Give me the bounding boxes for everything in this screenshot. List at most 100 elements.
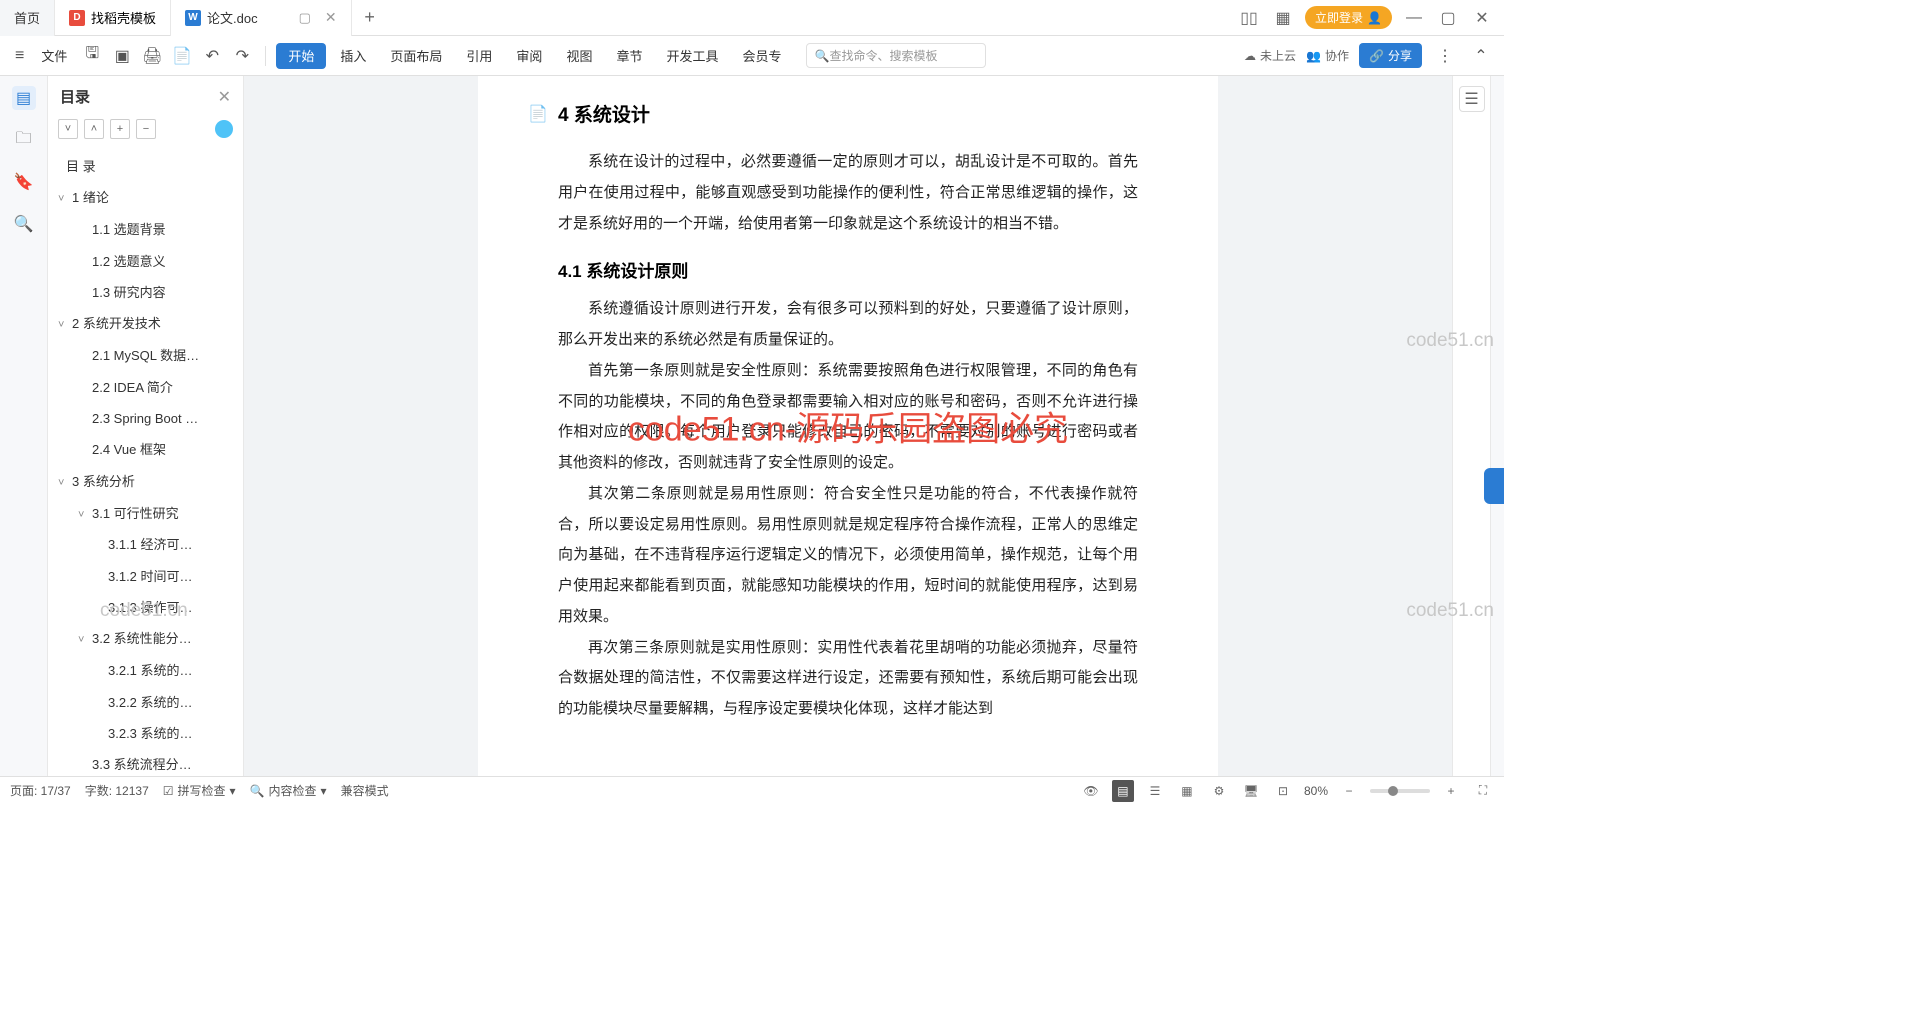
- tree-item[interactable]: 3.2.1 系统的…: [48, 655, 243, 686]
- statusbar-right: 👁 ▤ ☰ ▦ ⚙ 🖥 ⊡ 80% − + ⛶: [1080, 780, 1494, 802]
- menu-layout[interactable]: 页面布局: [380, 36, 452, 76]
- print-icon[interactable]: 🖨: [139, 43, 165, 69]
- display-icon[interactable]: 🖥: [1240, 780, 1262, 802]
- tree-item[interactable]: ˅2 系统开发技术: [48, 308, 243, 340]
- tree-item[interactable]: 2.2 IDEA 简介: [48, 372, 243, 403]
- paragraph: 系统在设计的过程中，必然要遵循一定的原则才可以，胡乱设计是不可取的。首先用户在使…: [558, 147, 1138, 239]
- outline-title: 目录: [60, 86, 90, 107]
- search-input[interactable]: 🔍 查找命令、搜索模板: [806, 43, 986, 68]
- right-rail: ☰: [1452, 76, 1490, 776]
- page-view-icon[interactable]: ▤: [1112, 780, 1134, 802]
- tree-item[interactable]: 3.2.3 系统的…: [48, 718, 243, 749]
- remove-icon[interactable]: −: [136, 119, 156, 139]
- page-indicator[interactable]: 页面: 17/37: [10, 782, 71, 799]
- collapse-all-icon[interactable]: ˅: [58, 119, 78, 139]
- tree-item[interactable]: 3.1.2 时间可…: [48, 561, 243, 592]
- menu-member[interactable]: 会员专: [732, 36, 791, 76]
- tab-template[interactable]: D找稻壳模板: [55, 0, 171, 36]
- layout-icon[interactable]: ▯▯: [1237, 6, 1261, 30]
- left-rail: ▤ 🗀 🔖 🔍: [0, 76, 48, 776]
- fullscreen-icon[interactable]: ⛶: [1472, 780, 1494, 802]
- close-window-icon[interactable]: ✕: [1470, 6, 1494, 30]
- right-panel-icon[interactable]: ☰: [1459, 86, 1485, 112]
- apps-icon[interactable]: ▦: [1271, 6, 1295, 30]
- paragraph: 系统遵循设计原则进行开发，会有很多可以预料到的好处，只要遵循了设计原则，那么开发…: [558, 294, 1138, 356]
- outline-close-icon[interactable]: ✕: [218, 87, 231, 107]
- heading-3: 4.1 系统设计原则: [558, 257, 1138, 282]
- tree-item[interactable]: 1.2 选题意义: [48, 246, 243, 277]
- tree-item[interactable]: ˅3 系统分析: [48, 466, 243, 498]
- word-count[interactable]: 字数: 12137: [85, 782, 149, 799]
- more-icon[interactable]: ⋮: [1432, 43, 1458, 69]
- expand-all-icon[interactable]: ˄: [84, 119, 104, 139]
- collab-button[interactable]: 👥 协作: [1306, 47, 1349, 64]
- tree-item[interactable]: 2.1 MySQL 数据…: [48, 340, 243, 371]
- zoom-out-icon[interactable]: −: [1338, 780, 1360, 802]
- hamburger-icon[interactable]: ≡: [10, 47, 29, 65]
- new-tab-button[interactable]: +: [352, 0, 388, 36]
- file-rail-icon[interactable]: 🗀: [12, 128, 36, 152]
- tool-icon[interactable]: ⚙: [1208, 780, 1230, 802]
- tree-item[interactable]: 3.2.2 系统的…: [48, 687, 243, 718]
- menu-insert[interactable]: 插入: [330, 36, 376, 76]
- sync-icon[interactable]: [215, 120, 233, 138]
- menubar-right: ☁ 未上云 👥 协作 🔗 分享 ⋮ ⌃: [1244, 43, 1494, 69]
- tree-item[interactable]: 3.1.3 操作可…: [48, 592, 243, 623]
- tree-item[interactable]: 3.1.1 经济可…: [48, 529, 243, 560]
- tree-item[interactable]: 3.3 系统流程分…: [48, 749, 243, 776]
- document-page[interactable]: 📄 4 系统设计 系统在设计的过程中，必然要遵循一定的原则才可以，胡乱设计是不可…: [478, 76, 1218, 776]
- content-check[interactable]: 🔍 内容检查 ▾: [250, 782, 327, 799]
- tree-item[interactable]: ˅3.1 可行性研究: [48, 498, 243, 530]
- tree-item[interactable]: ˅1 绪论: [48, 182, 243, 214]
- read-mode-icon[interactable]: 👁: [1080, 780, 1102, 802]
- minimize-icon[interactable]: —: [1402, 6, 1426, 30]
- document-area: code51.cn code51.cn code51.cn 📄 4 系统设计 系…: [244, 76, 1452, 776]
- undo-icon[interactable]: ↶: [199, 43, 225, 69]
- share-button[interactable]: 🔗 分享: [1359, 43, 1422, 68]
- web-view-icon[interactable]: ▦: [1176, 780, 1198, 802]
- quick-icon[interactable]: ▣: [109, 43, 135, 69]
- cloud-button[interactable]: ☁ 未上云: [1244, 47, 1296, 64]
- window-icon[interactable]: ▢: [299, 10, 311, 26]
- outline-view-icon[interactable]: ☰: [1144, 780, 1166, 802]
- scrollbar-strip[interactable]: [1490, 76, 1504, 776]
- search-rail-icon[interactable]: 🔍: [12, 212, 36, 236]
- tree-item[interactable]: ˅3.2 系统性能分…: [48, 623, 243, 655]
- redo-icon[interactable]: ↷: [229, 43, 255, 69]
- tree-item[interactable]: 1.3 研究内容: [48, 277, 243, 308]
- menu-review[interactable]: 审阅: [506, 36, 552, 76]
- login-button[interactable]: 立即登录👤: [1305, 6, 1392, 29]
- menu-start[interactable]: 开始: [276, 43, 326, 69]
- tab-home[interactable]: 首页: [0, 0, 55, 36]
- zoom-fit-icon[interactable]: ⊡: [1272, 780, 1294, 802]
- spell-check[interactable]: ☑ 拼写检查 ▾: [163, 782, 236, 799]
- compat-mode[interactable]: 兼容模式: [341, 782, 389, 799]
- tab-label: 论文.doc: [207, 8, 258, 27]
- close-tab-icon[interactable]: ✕: [325, 9, 337, 26]
- collapse-icon[interactable]: ⌃: [1468, 43, 1494, 69]
- tree-item[interactable]: 1.1 选题背景: [48, 214, 243, 245]
- tab-document[interactable]: W论文.doc▢✕: [171, 0, 352, 36]
- tree-item[interactable]: 2.4 Vue 框架: [48, 434, 243, 465]
- outline-toolbar: ˅ ˄ + −: [48, 115, 243, 147]
- tree-item[interactable]: 2.3 Spring Boot …: [48, 403, 243, 434]
- tree-root[interactable]: 目 录: [48, 151, 243, 182]
- side-tab[interactable]: [1484, 468, 1504, 504]
- maximize-icon[interactable]: ▢: [1436, 6, 1460, 30]
- save-icon[interactable]: 🖫: [79, 43, 105, 69]
- file-menu[interactable]: 文件: [33, 46, 75, 65]
- statusbar: 页面: 17/37 字数: 12137 ☑ 拼写检查 ▾ 🔍 内容检查 ▾ 兼容…: [0, 776, 1504, 804]
- add-icon[interactable]: +: [110, 119, 130, 139]
- menu-chapter[interactable]: 章节: [606, 36, 652, 76]
- menu-view[interactable]: 视图: [556, 36, 602, 76]
- preview-icon[interactable]: 📄: [169, 43, 195, 69]
- zoom-slider[interactable]: [1370, 789, 1430, 793]
- menu-devtool[interactable]: 开发工具: [656, 36, 728, 76]
- paragraph: 再次第三条原则就是实用性原则：实用性代表着花里胡哨的功能必须抛弃，尽量符合数据处…: [558, 633, 1138, 725]
- menu-ref[interactable]: 引用: [456, 36, 502, 76]
- tab-label: 首页: [14, 8, 40, 27]
- bookmark-rail-icon[interactable]: 🔖: [12, 170, 36, 194]
- zoom-in-icon[interactable]: +: [1440, 780, 1462, 802]
- outline-rail-icon[interactable]: ▤: [12, 86, 36, 110]
- zoom-level[interactable]: 80%: [1304, 784, 1328, 798]
